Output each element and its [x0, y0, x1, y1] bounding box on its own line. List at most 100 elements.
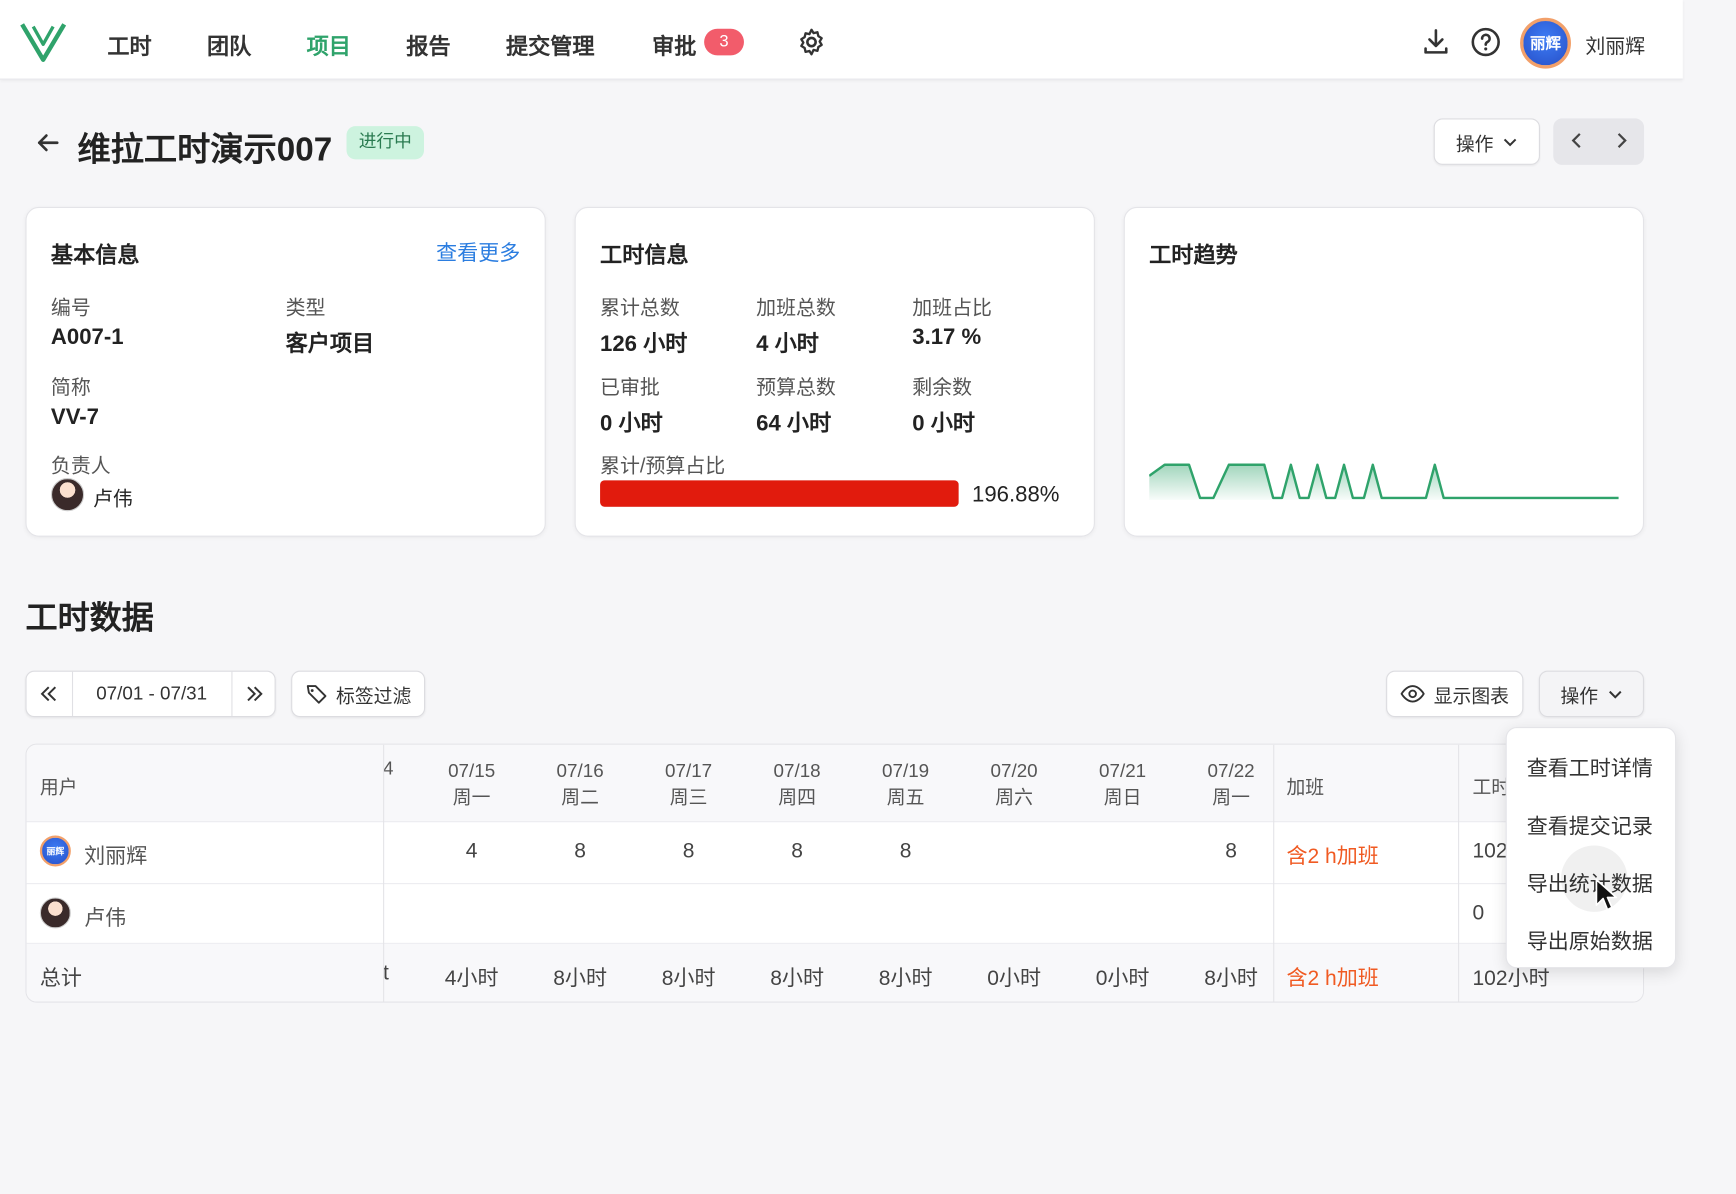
day-header: 07/15 周一 — [427, 758, 516, 811]
overtime-ratio-label: 加班占比 — [912, 296, 992, 319]
remaining-value: 0 小时 — [912, 411, 976, 437]
ratio-label: 累计/预算占比 — [600, 454, 726, 477]
app-logo-icon[interactable] — [20, 20, 67, 64]
column-divider — [1458, 744, 1460, 1002]
page-title: 维拉工时演示007 — [77, 131, 333, 169]
day-date: 07/15 — [448, 760, 496, 782]
tag-filter-button[interactable]: 标签过滤 — [291, 670, 426, 718]
hours-cell: 0 — [1472, 901, 1485, 926]
budget-value: 64 小时 — [756, 411, 832, 437]
approval-count-badge: 3 — [704, 28, 744, 56]
nav-item-projects[interactable]: 项目 — [307, 29, 351, 61]
next-range-button[interactable] — [232, 672, 276, 716]
status-badge: 进行中 — [346, 126, 425, 160]
day-weekday: 周四 — [778, 786, 816, 808]
total-hours-value: 126 小时 — [600, 331, 688, 357]
nav-item-reports[interactable]: 报告 — [406, 29, 450, 61]
user-avatar — [39, 897, 71, 929]
total-day-value: 8小时 — [553, 967, 608, 991]
mouse-cursor-icon — [1595, 878, 1618, 911]
trend-title: 工时趋势 — [1149, 243, 1238, 268]
menu-item-view-details[interactable]: 查看工时详情 — [1527, 752, 1653, 782]
back-arrow-icon[interactable] — [33, 128, 62, 157]
day-value[interactable]: 8 — [861, 840, 950, 864]
double-chevron-left-icon — [40, 686, 57, 702]
overtime-ratio-value: 3.17 % — [912, 325, 982, 350]
table-row[interactable]: 丽辉 刘丽辉 4 8 8 8 8 8 含2 h加班 102 — [26, 822, 1643, 885]
day-weekday: 周日 — [1103, 786, 1142, 808]
day-header: 07/16 周二 — [536, 758, 625, 811]
day-header: 07/19 周五 — [861, 758, 950, 811]
day-value[interactable]: 4 — [427, 840, 516, 864]
day-value[interactable]: 8 — [536, 840, 625, 864]
hours-info-title: 工时信息 — [600, 243, 689, 268]
nav-item-hours[interactable]: 工时 — [107, 29, 151, 61]
day-weekday: 周六 — [995, 786, 1033, 808]
day-value[interactable]: 8 — [753, 840, 842, 864]
tag-icon — [306, 685, 326, 704]
total-day-value: 0小时 — [1095, 967, 1150, 991]
trend-card: 工时趋势 — [1123, 206, 1645, 537]
hours-column-header: 工时 — [1472, 776, 1511, 798]
type-value: 客户项目 — [285, 331, 375, 357]
date-range-picker: 07/01 - 07/31 — [25, 670, 276, 718]
user-avatar[interactable]: 丽辉 — [1520, 17, 1571, 69]
type-label: 类型 — [285, 296, 326, 319]
menu-item-export-raw[interactable]: 导出原始数据 — [1527, 925, 1653, 955]
nav-item-submissions[interactable]: 提交管理 — [506, 29, 595, 61]
total-hours-label: 累计总数 — [600, 296, 680, 319]
budget-progress-bar — [600, 480, 959, 507]
basic-info-card: 基本信息 查看更多 编号 A007-1 类型 客户项目 简称 VV-7 负责人 … — [25, 206, 546, 537]
day-date: 07/16 — [556, 760, 604, 782]
user-name-cell[interactable]: 卢伟 — [84, 902, 126, 932]
day-weekday: 周五 — [886, 786, 925, 808]
partial-column-header: 4 — [383, 758, 394, 780]
table-actions-button[interactable]: 操作 — [1538, 670, 1645, 718]
header-actions-button[interactable]: 操作 — [1433, 118, 1540, 165]
trend-sparkline — [1149, 463, 1619, 501]
code-value: A007-1 — [50, 325, 124, 350]
menu-item-view-submissions[interactable]: 查看提交记录 — [1527, 810, 1653, 840]
chevron-down-icon — [1608, 690, 1621, 699]
total-day-value: 8小时 — [661, 967, 716, 991]
view-more-link[interactable]: 查看更多 — [436, 237, 520, 267]
day-header: 07/18 周四 — [753, 758, 842, 811]
total-day-value: 4小时 — [444, 967, 499, 991]
user-name[interactable]: 刘丽辉 — [1585, 31, 1645, 60]
nav-item-approvals[interactable]: 审批 — [652, 29, 696, 61]
prev-range-button[interactable] — [27, 672, 71, 716]
table-row[interactable]: 卢伟 0 — [26, 884, 1643, 944]
gear-icon[interactable] — [796, 27, 827, 58]
show-chart-label: 显示图表 — [1433, 685, 1509, 707]
download-icon[interactable] — [1420, 27, 1451, 58]
budget-label: 预算总数 — [756, 376, 836, 399]
total-label: 总计 — [39, 967, 82, 991]
column-divider — [383, 744, 385, 1002]
user-avatar: 丽辉 — [39, 835, 71, 867]
day-value[interactable]: 8 — [1187, 840, 1276, 864]
show-chart-button[interactable]: 显示图表 — [1386, 670, 1524, 718]
approved-label: 已审批 — [600, 376, 660, 399]
day-weekday: 周一 — [1212, 786, 1250, 808]
app-root: 工时 团队 项目 报告 提交管理 审批 3 丽辉 刘丽辉 维拉工时演示007 进… — [0, 0, 1736, 1194]
total-day-value: 8小时 — [770, 967, 824, 991]
date-range-value[interactable]: 07/01 - 07/31 — [73, 672, 230, 716]
help-icon[interactable] — [1470, 27, 1501, 58]
owner-name: 卢伟 — [92, 488, 133, 511]
nav-item-team[interactable]: 团队 — [207, 29, 251, 61]
prev-project-button[interactable] — [1564, 128, 1588, 152]
short-name-label: 简称 — [50, 376, 91, 399]
day-weekday: 周二 — [561, 786, 599, 808]
tag-filter-label: 标签过滤 — [336, 685, 412, 707]
total-day-value: 8小时 — [1204, 967, 1258, 991]
day-header: 07/21 周日 — [1078, 758, 1167, 811]
day-header: 07/20 周六 — [970, 758, 1059, 811]
next-project-button[interactable] — [1610, 128, 1634, 152]
header-actions-label: 操作 — [1455, 133, 1494, 155]
user-name-cell[interactable]: 刘丽辉 — [84, 840, 147, 870]
day-value[interactable]: 8 — [644, 840, 733, 864]
table-actions-label: 操作 — [1560, 685, 1599, 707]
chevron-right-icon — [1617, 133, 1627, 148]
chevron-left-icon — [1571, 133, 1581, 148]
overtime-value: 4 小时 — [756, 331, 819, 357]
